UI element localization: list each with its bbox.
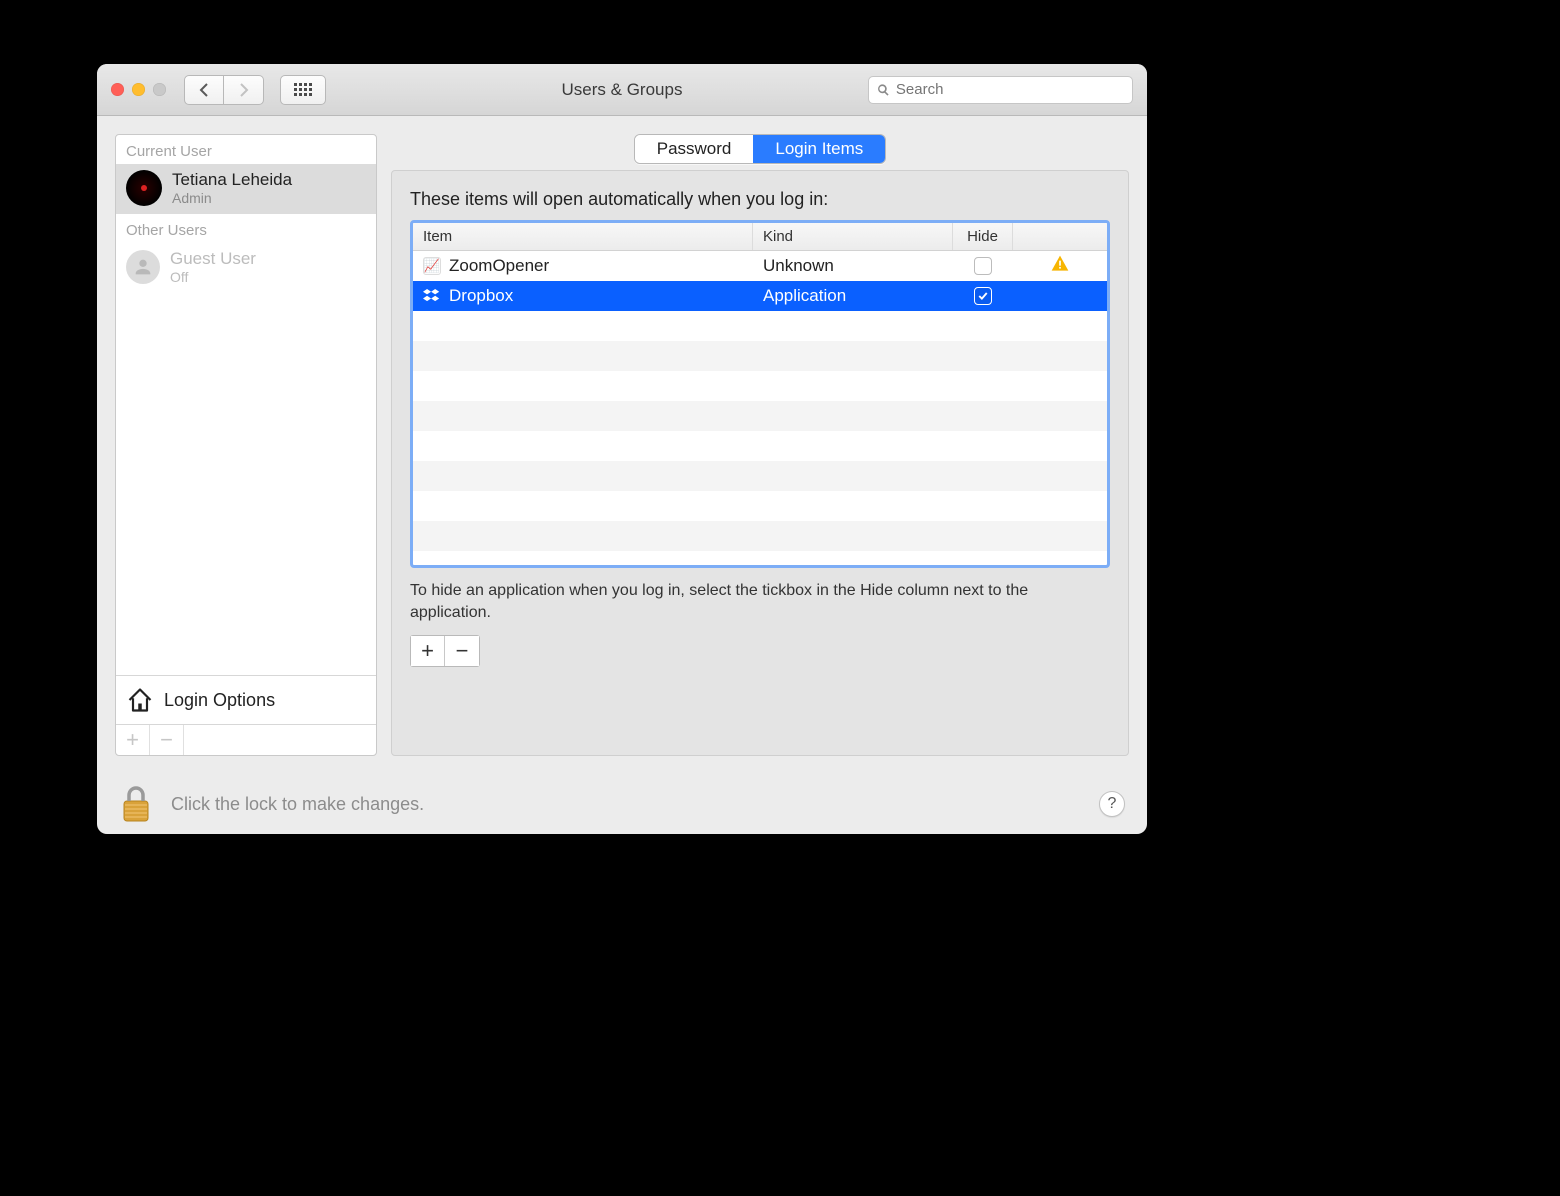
- warning-icon: [1050, 254, 1070, 279]
- login-items-table: Item Kind Hide 📈 ZoomOpener Unknown: [410, 220, 1110, 568]
- forward-button: [224, 75, 264, 105]
- app-icon: 📈: [423, 257, 441, 275]
- footer: Click the lock to make changes. ?: [97, 774, 1147, 834]
- tab-password[interactable]: Password: [635, 135, 754, 163]
- table-row: [413, 311, 1107, 341]
- table-row: [413, 461, 1107, 491]
- back-button[interactable]: [184, 75, 224, 105]
- hint-text: To hide an application when you log in, …: [410, 580, 1110, 623]
- guest-user-status: Off: [170, 269, 256, 285]
- item-kind: Unknown: [753, 256, 953, 276]
- table-row[interactable]: 📈 ZoomOpener Unknown: [413, 251, 1107, 281]
- hide-checkbox[interactable]: [974, 287, 992, 305]
- main-column: Password Login Items These items will op…: [391, 134, 1129, 756]
- table-row: [413, 491, 1107, 521]
- search-icon: [877, 83, 890, 97]
- table-header: Item Kind Hide: [413, 223, 1107, 251]
- item-name: Dropbox: [449, 286, 513, 306]
- close-window-button[interactable]: [111, 83, 124, 96]
- item-name: ZoomOpener: [449, 256, 549, 276]
- remove-user-button: −: [150, 725, 184, 755]
- panel-heading: These items will open automatically when…: [410, 189, 1110, 210]
- login-options-row[interactable]: Login Options: [116, 675, 376, 724]
- table-row[interactable]: Dropbox Application: [413, 281, 1107, 311]
- current-user-name: Tetiana Leheida: [172, 170, 292, 190]
- traffic-lights: [111, 83, 166, 96]
- table-row: [413, 401, 1107, 431]
- login-items-panel: These items will open automatically when…: [391, 170, 1129, 756]
- table-row: [413, 431, 1107, 461]
- help-button[interactable]: ?: [1099, 791, 1125, 817]
- guest-user-row[interactable]: Guest User Off: [116, 243, 376, 293]
- lock-icon[interactable]: [119, 785, 153, 823]
- column-hide[interactable]: Hide: [953, 223, 1013, 250]
- column-kind[interactable]: Kind: [753, 223, 953, 250]
- home-icon: [126, 686, 154, 714]
- grid-icon: [294, 83, 312, 96]
- section-current-user: Current User: [116, 135, 376, 164]
- guest-avatar-icon: [126, 250, 160, 284]
- nav-buttons: [184, 75, 264, 105]
- add-login-item-button[interactable]: +: [411, 636, 445, 666]
- current-user-row[interactable]: Tetiana Leheida Admin: [116, 164, 376, 214]
- remove-login-item-button[interactable]: −: [445, 636, 479, 666]
- preferences-window: Users & Groups Current User Tetiana Lehe…: [97, 64, 1147, 834]
- search-field[interactable]: [868, 76, 1133, 104]
- section-other-users: Other Users: [116, 214, 376, 243]
- sidebar-add-remove: + −: [116, 724, 376, 755]
- tabs: Password Login Items: [391, 134, 1129, 164]
- lock-text: Click the lock to make changes.: [171, 794, 424, 815]
- search-input[interactable]: [896, 81, 1124, 98]
- show-all-button[interactable]: [280, 75, 326, 105]
- table-row: [413, 341, 1107, 371]
- dropbox-icon: [423, 287, 441, 305]
- titlebar: Users & Groups: [97, 64, 1147, 116]
- hide-checkbox[interactable]: [974, 257, 992, 275]
- body: Current User Tetiana Leheida Admin Other…: [97, 116, 1147, 774]
- avatar: [126, 170, 162, 206]
- table-row: [413, 521, 1107, 551]
- login-options-label: Login Options: [164, 690, 275, 711]
- table-body: 📈 ZoomOpener Unknown: [413, 251, 1107, 565]
- add-remove-login-item: + −: [410, 635, 480, 667]
- current-user-role: Admin: [172, 190, 292, 206]
- users-sidebar: Current User Tetiana Leheida Admin Other…: [115, 134, 377, 756]
- guest-user-name: Guest User: [170, 249, 256, 269]
- item-kind: Application: [753, 286, 953, 306]
- zoom-window-button: [153, 83, 166, 96]
- column-item[interactable]: Item: [413, 223, 753, 250]
- column-extra: [1013, 223, 1107, 250]
- minimize-window-button[interactable]: [132, 83, 145, 96]
- tab-login-items[interactable]: Login Items: [753, 135, 885, 163]
- table-row: [413, 371, 1107, 401]
- add-user-button: +: [116, 725, 150, 755]
